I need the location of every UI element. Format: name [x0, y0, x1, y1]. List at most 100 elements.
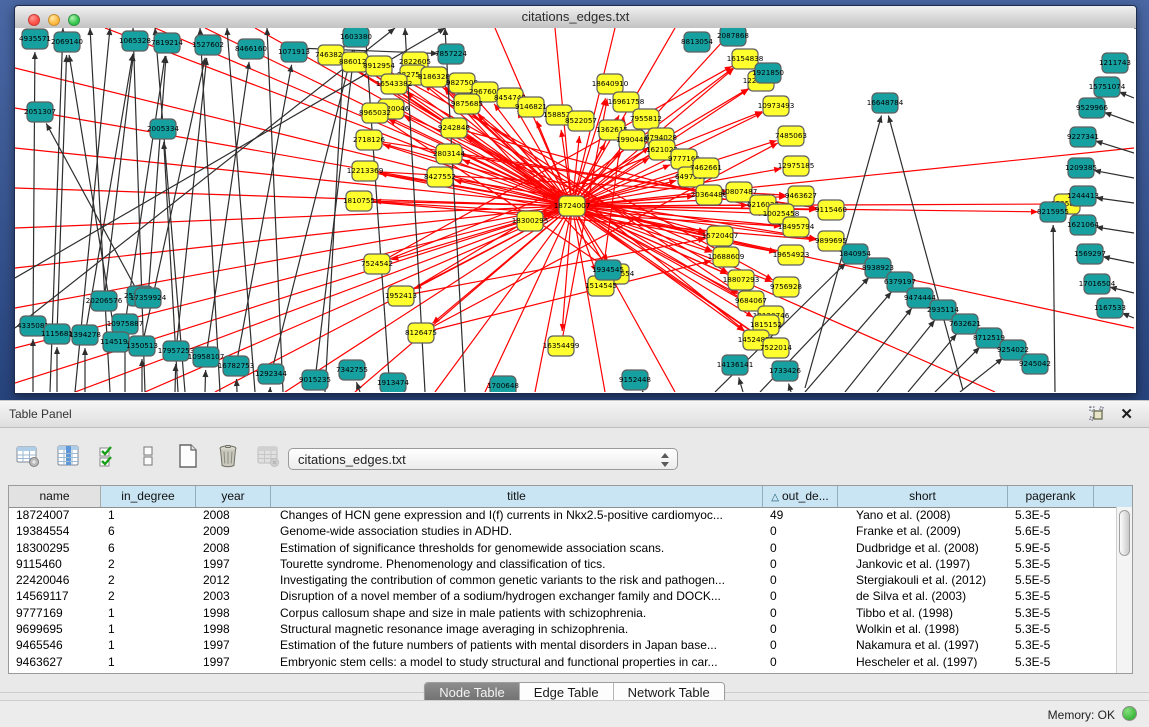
graph-node[interactable]: 2718126 — [353, 130, 385, 150]
graph-node[interactable]: 9227341 — [1067, 127, 1099, 147]
graph-node[interactable]: 18495794 — [778, 217, 815, 237]
graph-node[interactable]: 7522014 — [760, 338, 792, 358]
graph-node[interactable]: 1810755 — [343, 191, 375, 211]
graph-node[interactable]: 7462661 — [690, 158, 722, 178]
column-header-out_de[interactable]: △out_de... — [763, 486, 838, 507]
graph-node[interactable]: 1990448 — [616, 130, 648, 150]
graph-node[interactable]: 1209385 — [1065, 158, 1097, 178]
network-view-window[interactable]: citations_edges.txt 18724007746382288601… — [14, 5, 1137, 394]
graph-node[interactable]: 1244413 — [1067, 186, 1099, 206]
graph-node[interactable]: 8522057 — [565, 111, 597, 131]
delete-trash-button[interactable] — [214, 442, 242, 470]
graph-node[interactable]: 16648784 — [867, 93, 904, 113]
column-header-year[interactable]: year — [196, 486, 271, 507]
graph-node[interactable]: 4935571 — [19, 29, 51, 49]
graph-node[interactable]: 1952413 — [385, 286, 417, 306]
graph-node[interactable]: 16782753 — [218, 356, 255, 376]
graph-node[interactable]: 8215955 — [1037, 202, 1069, 222]
graph-node[interactable]: 1934545 — [592, 260, 624, 280]
graph-node[interactable]: 7485063 — [775, 126, 807, 146]
graph-node[interactable]: 7524542 — [361, 254, 393, 274]
table-row[interactable]: 1938455462009Genome-wide association stu… — [9, 523, 1116, 539]
graph-node[interactable]: 8126475 — [405, 323, 437, 343]
graph-node[interactable]: 16354499 — [543, 336, 580, 356]
graph-node[interactable]: 1394278 — [69, 325, 101, 345]
table-row[interactable]: 946362711997Embryonic stem cells: a mode… — [9, 654, 1116, 670]
graph-node[interactable]: 14136141 — [717, 355, 754, 375]
graph-node[interactable]: 15751074 — [1089, 77, 1126, 97]
window-title-bar[interactable]: citations_edges.txt — [15, 6, 1136, 29]
table-scrollbar-thumb[interactable] — [1119, 510, 1130, 556]
column-visibility-button[interactable] — [54, 442, 82, 470]
graph-node[interactable]: 9115460 — [815, 200, 847, 220]
graph-node[interactable]: 16543382 — [376, 74, 413, 94]
graph-node[interactable]: 8813054 — [681, 32, 713, 52]
graph-node[interactable]: 18300295 — [512, 211, 549, 231]
table-row[interactable]: 946554611997Estimation of the future num… — [9, 637, 1116, 653]
citation-network-graph[interactable]: 1872400774638228860128891295428226059827… — [15, 28, 1134, 392]
close-panel-icon[interactable]: ✕ — [1120, 405, 1133, 423]
graph-node[interactable]: 1700648 — [487, 376, 519, 392]
column-header-in_degree[interactable]: in_degree — [101, 486, 196, 507]
graph-node[interactable]: 1071913 — [278, 42, 310, 62]
graph-node[interactable]: 1167533 — [1094, 298, 1126, 318]
graph-node[interactable]: 18640910 — [592, 74, 629, 94]
graph-node[interactable]: 9242848 — [438, 118, 470, 138]
graph-node[interactable]: 2803144 — [433, 144, 465, 164]
graph-node[interactable]: 12213369 — [347, 161, 384, 181]
graph-node[interactable]: 12975185 — [778, 156, 815, 176]
float-panel-icon[interactable] — [1089, 406, 1105, 422]
graph-node[interactable]: 2087868 — [717, 28, 749, 46]
column-header-title[interactable]: title — [271, 486, 763, 507]
table-row[interactable]: 1830029562008Estimation of significance … — [9, 540, 1116, 556]
graph-node[interactable]: 1292344 — [255, 364, 287, 384]
graph-node[interactable]: 1527602 — [192, 35, 224, 55]
graph-node[interactable]: 9152448 — [619, 370, 651, 390]
graph-node[interactable]: 15720407 — [702, 226, 739, 246]
column-header-name[interactable]: name — [9, 486, 101, 507]
graph-node[interactable]: 9875685 — [451, 94, 483, 114]
graph-node[interactable]: 1733426 — [769, 361, 801, 381]
graph-node[interactable]: 8965032 — [359, 103, 391, 123]
graph-node[interactable]: 7342755 — [336, 360, 368, 380]
table-scrollbar[interactable] — [1116, 507, 1132, 673]
graph-node[interactable]: 10973493 — [758, 96, 795, 116]
new-file-button[interactable] — [174, 442, 202, 470]
table-row[interactable]: 969969511998Structural magnetic resonanc… — [9, 621, 1116, 637]
row-check-select-button[interactable] — [94, 442, 122, 470]
graph-node[interactable]: 9245042 — [1019, 354, 1051, 374]
graph-node[interactable]: 2051307 — [24, 102, 56, 122]
graph-node[interactable]: 19654923 — [773, 245, 810, 265]
graph-node[interactable]: 10688609 — [708, 247, 745, 267]
graph-node[interactable]: 1350513 — [126, 336, 158, 356]
graph-node[interactable]: 20206576 — [86, 291, 123, 311]
graph-node[interactable]: 1065328 — [119, 31, 151, 51]
network-canvas[interactable]: 1872400774638228860128891295428226059827… — [15, 28, 1134, 392]
graph-node-center[interactable]: 18724007 — [554, 196, 591, 216]
graph-node[interactable]: 7819214 — [151, 33, 183, 53]
graph-node[interactable]: 1921850 — [752, 63, 784, 83]
table-row[interactable]: 911546021997Tourette syndrome. Phenomeno… — [9, 556, 1116, 572]
column-header-short[interactable]: short — [838, 486, 1008, 507]
graph-node[interactable]: 17359924 — [130, 288, 167, 308]
graph-node[interactable]: 9015235 — [299, 370, 331, 390]
graph-node[interactable]: 2005334 — [147, 119, 179, 139]
graph-node[interactable]: 1913474 — [377, 373, 409, 392]
graph-node[interactable]: 10975887 — [107, 314, 144, 334]
table-select-dropdown[interactable]: citations_edges.txt — [288, 448, 678, 470]
table-settings-button[interactable] — [14, 442, 42, 470]
graph-node[interactable]: 18807293 — [723, 270, 760, 290]
graph-node[interactable]: 8912954 — [363, 56, 395, 76]
graph-node[interactable]: 7857224 — [435, 44, 467, 64]
graph-node[interactable]: 1211743 — [1099, 53, 1131, 73]
graph-node[interactable]: 9529966 — [1076, 98, 1108, 118]
graph-node[interactable]: 2069140 — [51, 32, 83, 52]
graph-node[interactable]: 9756928 — [770, 277, 802, 297]
graph-node[interactable]: 1621064 — [1067, 215, 1099, 235]
graph-node[interactable]: 8466160 — [235, 39, 267, 59]
table-row[interactable]: 2242004622012Investigating the contribut… — [9, 572, 1116, 588]
graph-node[interactable]: 8427552 — [424, 167, 456, 187]
graph-node[interactable]: 7955812 — [630, 109, 662, 129]
column-header-pagerank[interactable]: pagerank — [1008, 486, 1094, 507]
graph-node[interactable]: 9463627 — [785, 186, 817, 206]
